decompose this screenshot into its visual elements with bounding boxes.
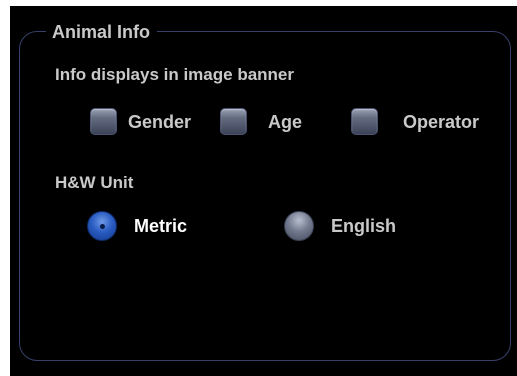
radio-unselected-icon[interactable] — [284, 211, 314, 241]
english-label: English — [331, 216, 397, 236]
checkbox-box[interactable] — [220, 108, 247, 135]
gender-checkbox[interactable]: Gender — [90, 108, 191, 135]
panel-title: Animal Info — [46, 20, 157, 44]
age-checkbox[interactable]: Age — [220, 108, 302, 135]
checkbox-box[interactable] — [351, 108, 378, 135]
metric-label: Metric — [134, 216, 188, 236]
banner-section-heading: Info displays in image banner — [55, 65, 294, 84]
radio-selected-icon[interactable] — [87, 211, 117, 241]
checkbox-box[interactable] — [90, 108, 117, 135]
metric-radio[interactable]: Metric — [87, 211, 187, 241]
age-label: Age — [268, 111, 303, 132]
operator-checkbox[interactable]: Operator — [351, 108, 479, 135]
animal-info-screen: Animal Info Info displays in image banne… — [10, 6, 517, 376]
english-radio[interactable]: English — [284, 211, 396, 241]
gender-label: Gender — [128, 111, 192, 132]
operator-label: Operator — [403, 111, 480, 132]
unit-section-heading: H&W Unit — [55, 173, 134, 192]
